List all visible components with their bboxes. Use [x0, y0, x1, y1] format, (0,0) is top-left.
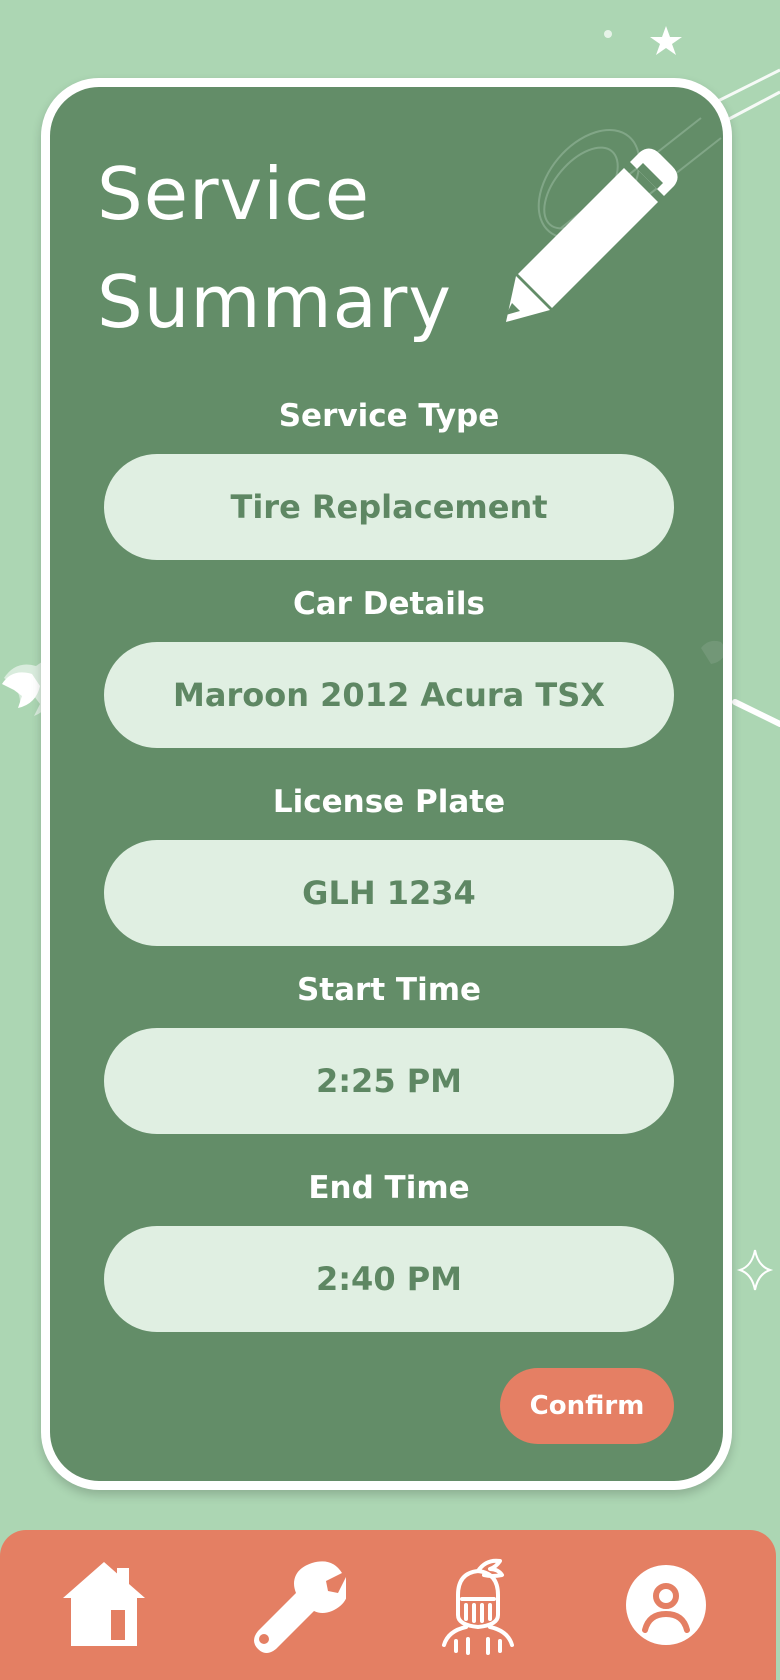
car-details-label: Car Details [293, 586, 485, 622]
start-time-field[interactable]: 2:25 PM [104, 1028, 674, 1134]
end-time-field[interactable]: 2:40 PM [104, 1226, 674, 1332]
bottom-nav [0, 1530, 776, 1680]
page-title: Service Summary [97, 140, 452, 356]
start-time-label: Start Time [296, 972, 482, 1008]
confirm-button[interactable]: Confirm [500, 1368, 674, 1444]
nav-item-services[interactable] [248, 1550, 348, 1660]
nav-item-home[interactable] [54, 1550, 154, 1660]
profile-icon [626, 1565, 706, 1645]
car-details-field[interactable]: Maroon 2012 Acura TSX [104, 642, 674, 748]
license-plate-label: License Plate [272, 784, 506, 820]
knight-helmet-icon [442, 1558, 514, 1655]
page-title-line: Service [97, 152, 371, 236]
license-plate-field[interactable]: GLH 1234 [104, 840, 674, 946]
sparkle-icon [736, 1249, 774, 1291]
nav-item-mechanic[interactable] [428, 1550, 528, 1660]
page-title-line: Summary [97, 260, 452, 344]
end-time-label: End Time [308, 1170, 470, 1206]
service-type-field[interactable]: Tire Replacement [104, 454, 674, 560]
pencil-icon[interactable] [500, 138, 690, 328]
home-icon [63, 1562, 145, 1646]
service-type-label: Service Type [278, 398, 500, 434]
nav-item-profile[interactable] [616, 1550, 716, 1660]
star-icon [650, 26, 682, 55]
wrench-icon [254, 1561, 346, 1653]
